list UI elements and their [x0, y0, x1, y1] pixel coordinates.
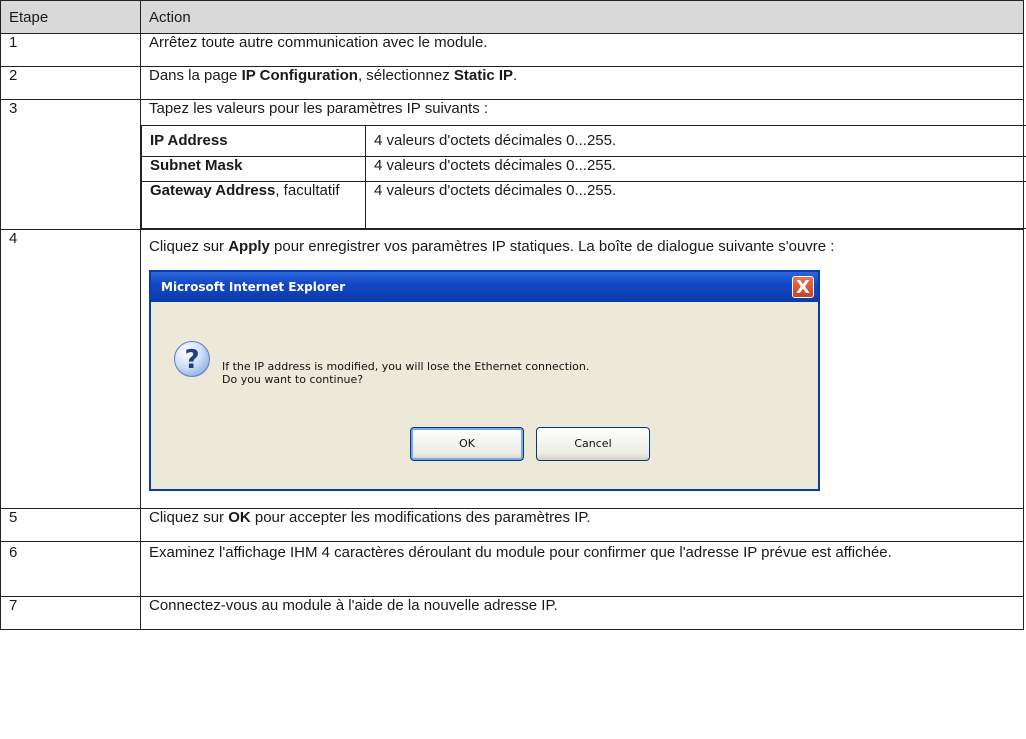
ip-parameters-table: IP Address 4 valeurs d'octets décimales … [141, 125, 1026, 229]
step-number: 3 [0, 99, 141, 230]
ok-button[interactable]: OK [410, 427, 524, 461]
step-number: 1 [0, 33, 141, 67]
step-number: 4 [0, 229, 141, 509]
dialog-titlebar: Microsoft Internet Explorer X [151, 272, 818, 302]
text-run: Cliquez sur [149, 238, 229, 255]
dialog-message-line: Do you want to continue? [222, 373, 364, 386]
step-action: Cliquez sur OK pour accepter les modific… [140, 508, 1024, 542]
step-action: Examinez l'affichage IHM 4 caractères dé… [140, 541, 1024, 597]
table-row: 5 Cliquez sur OK pour accepter les modif… [0, 508, 1024, 542]
text-run: Dans la page [149, 67, 242, 84]
header-action: Action [140, 0, 1024, 34]
text-run: , sélectionnez [357, 67, 454, 84]
ui-term: Apply [228, 238, 270, 255]
step-number: 7 [0, 596, 141, 630]
step-action: Tapez les valeurs pour les paramètres IP… [140, 99, 1026, 230]
dialog-message: If the IP address is modified, you will … [222, 360, 589, 386]
step-action-text: Cliquez sur Apply pour enregistrer vos p… [149, 236, 1015, 257]
cancel-button[interactable]: Cancel [536, 427, 650, 461]
step-action: Dans la page IP Configuration, sélection… [140, 66, 1024, 100]
text-run: pour enregistrer vos paramètres IP stati… [269, 238, 835, 255]
dialog-message-line: If the IP address is modified, you will … [222, 360, 590, 373]
question-icon: ? [174, 341, 210, 377]
text-run: Examinez l'affichage IHM 4 caractères dé… [149, 544, 892, 561]
step-action: Cliquez sur Apply pour enregistrer vos p… [140, 229, 1024, 509]
text-run: pour accepter les modifications des para… [250, 509, 591, 526]
text-run: . [513, 67, 518, 84]
table-row: 2 Dans la page IP Configuration, sélecti… [0, 66, 1024, 100]
table-row: 7 Connectez-vous au module à l'aide de l… [0, 596, 1024, 630]
parameter-row: Gateway Address, facultatif 4 valeurs d'… [141, 181, 1026, 229]
step-intro: Tapez les valeurs pour les paramètres IP… [149, 100, 489, 117]
dialog-title: Microsoft Internet Explorer [161, 280, 346, 294]
close-icon[interactable]: X [792, 276, 814, 298]
step-action: Connectez-vous au module à l'aide de la … [140, 596, 1024, 630]
parameter-name: IP Address [141, 125, 366, 157]
step-number: 2 [0, 66, 141, 100]
ui-term: OK [228, 509, 251, 526]
table-row: 4 Cliquez sur Apply pour enregistrer vos… [0, 229, 1024, 509]
parameter-value: 4 valeurs d'octets décimales 0...255. [365, 125, 1026, 157]
header-step: Etape [0, 0, 141, 34]
step-number: 5 [0, 508, 141, 542]
header-row: Etape Action [0, 0, 1024, 34]
text-run: Connectez-vous au module à l'aide de la … [149, 597, 558, 614]
table-row: 6 Examinez l'affichage IHM 4 caractères … [0, 541, 1024, 597]
table-row: 3 Tapez les valeurs pour les paramètres … [0, 99, 1026, 230]
parameter-value: 4 valeurs d'octets décimales 0...255. [365, 181, 1026, 229]
procedure-table: Etape Action 1 Arrêtez toute autre commu… [0, 0, 1026, 630]
step-number: 6 [0, 541, 141, 597]
ui-term: IP Configuration [241, 67, 358, 84]
text-run: Cliquez sur [149, 509, 229, 526]
ui-term: Static IP [453, 67, 514, 84]
parameter-row: IP Address 4 valeurs d'octets décimales … [141, 125, 1026, 157]
confirm-dialog: Microsoft Internet Explorer X ? If the I… [149, 270, 820, 491]
text-run: Arrêtez toute autre communication avec l… [149, 34, 488, 51]
parameter-row: Subnet Mask 4 valeurs d'octets décimales… [141, 156, 1026, 182]
parameter-value: 4 valeurs d'octets décimales 0...255. [365, 156, 1026, 182]
table-row: 1 Arrêtez toute autre communication avec… [0, 33, 1024, 67]
parameter-name: Subnet Mask [141, 156, 366, 182]
step-action: Arrêtez toute autre communication avec l… [140, 33, 1024, 67]
parameter-name: Gateway Address, facultatif [141, 181, 366, 229]
